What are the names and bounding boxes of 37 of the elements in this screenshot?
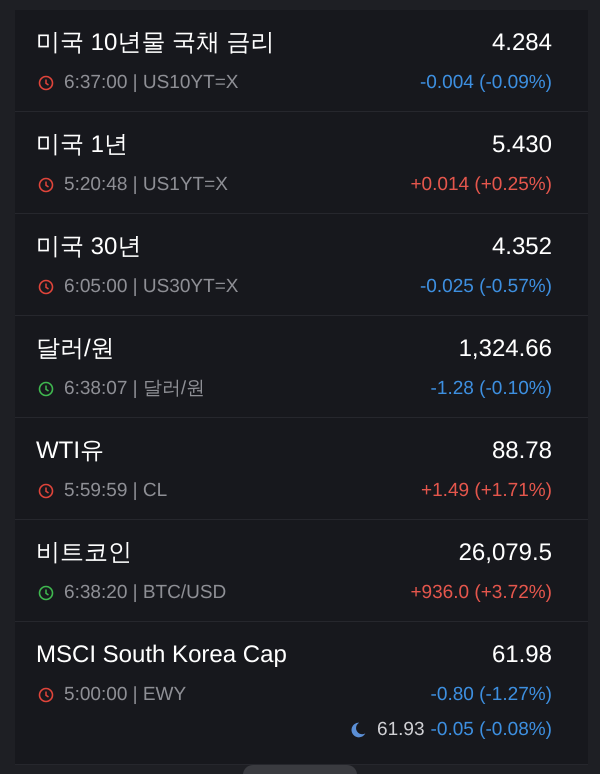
quote-name: WTI유 xyxy=(36,436,104,466)
quote-change: -0.80 (-1.27%) xyxy=(430,683,552,707)
quote-change: -0.025 (-0.57%) xyxy=(420,275,552,299)
quote-price: 61.98 xyxy=(492,640,552,670)
quote-name: MSCI South Korea Cap xyxy=(36,640,287,670)
quote-time-symbol: 5:00:00 | EWY xyxy=(64,683,186,707)
quote-price: 4.284 xyxy=(492,28,552,58)
moon-icon xyxy=(349,721,367,739)
quote-time-symbol: 6:38:20 | BTC/USD xyxy=(64,581,226,605)
quote-change: +0.014 (+0.25%) xyxy=(410,173,552,197)
after-hours-change: -0.05 (-0.08%) xyxy=(430,718,552,742)
quote-price: 1,324.66 xyxy=(458,334,552,364)
quote-price: 26,079.5 xyxy=(458,538,552,568)
quote-row[interactable]: 미국 1년 5.430 5:20:48 | US1YT=X +0.014 (+0.25%) xyxy=(15,112,588,214)
quote-change: +1.49 (+1.71%) xyxy=(421,479,552,503)
quote-change: -0.004 (-0.09%) xyxy=(420,71,552,95)
quote-row[interactable]: 미국 30년 4.352 6:05:00 | US30YT=X -0.025 (-0.57%) xyxy=(15,214,588,316)
quote-name: 달러/원 xyxy=(36,334,115,364)
quote-price: 88.78 xyxy=(492,436,552,466)
quote-price: 4.352 xyxy=(492,232,552,262)
quote-time-symbol: 5:59:59 | CL xyxy=(64,479,168,503)
quote-row[interactable]: 달러/원 1,324.66 6:38:07 | 달러/원 -1.28 (-0.10%) xyxy=(15,316,588,418)
quote-time-symbol: 5:20:48 | US1YT=X xyxy=(64,173,228,197)
quote-time-symbol: 6:37:00 | US10YT=X xyxy=(64,71,238,95)
quote-name: 비트코인 xyxy=(36,538,132,568)
quote-change: -1.28 (-0.10%) xyxy=(430,377,552,401)
quote-name: 미국 10년물 국채 금리 xyxy=(36,28,275,58)
quote-change: +936.0 (+3.72%) xyxy=(410,581,552,605)
after-hours-price: 61.93 xyxy=(377,718,425,742)
quote-name: 미국 1년 xyxy=(36,130,128,160)
quote-row[interactable]: WTI유 88.78 5:59:59 | CL +1.49 (+1.71%) xyxy=(15,418,588,520)
quote-price: 5.430 xyxy=(492,130,552,160)
quote-time-symbol: 6:05:00 | US30YT=X xyxy=(64,275,238,299)
quote-row[interactable]: 미국 10년물 국채 금리 4.284 6:37:00 | US10YT=X -0.004 (-0.09%) xyxy=(15,10,588,112)
quote-name: 미국 30년 xyxy=(36,232,142,262)
quote-row[interactable]: 비트코인 26,079.5 6:38:20 | BTC/USD +936.0 (+3.72%) xyxy=(15,520,588,622)
quote-time-symbol: 6:38:07 | 달러/원 xyxy=(64,377,206,401)
